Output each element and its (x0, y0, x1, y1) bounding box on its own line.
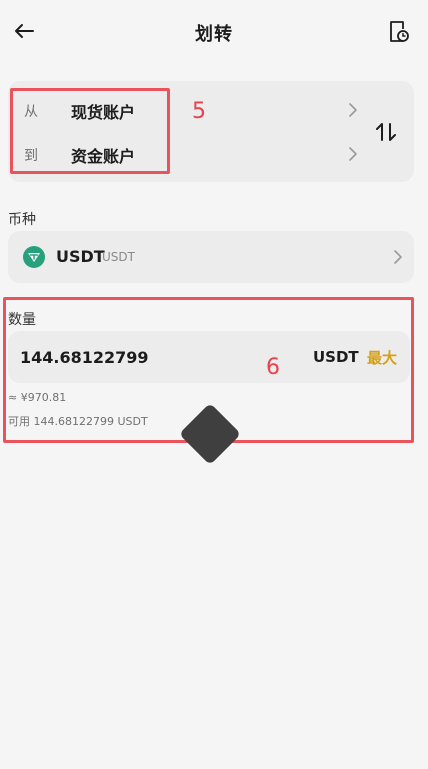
currency-subtitle: USDT (102, 250, 135, 264)
to-label: 到 (24, 148, 38, 164)
header-bar: 划转 (0, 0, 428, 64)
chevron-right-icon (391, 249, 405, 265)
from-account-selector[interactable]: 从 现货账户 (8, 88, 370, 132)
approx-value: ≈ ¥970.81 (8, 391, 67, 404)
swap-accounts-icon[interactable] (373, 119, 399, 145)
transfer-history-icon[interactable] (388, 20, 410, 44)
amount-unit: USDT (313, 348, 359, 366)
currency-code: USDT (56, 247, 105, 266)
annotation-number-5: 5 (192, 99, 206, 124)
from-label: 从 (24, 104, 38, 120)
touch-cursor-marker (178, 402, 242, 466)
available-balance: 可用 144.68122799 USDT (8, 415, 148, 428)
page-title: 划转 (195, 24, 233, 45)
to-account-name: 资金账户 (71, 147, 136, 166)
account-transfer-card: 从 现货账户 到 资金账户 (8, 81, 414, 182)
max-amount-button[interactable]: 最大 (367, 347, 397, 368)
chevron-right-icon (346, 146, 360, 162)
amount-section-label: 数量 (8, 312, 36, 328)
annotation-number-6: 6 (266, 355, 280, 380)
currency-selector[interactable]: USDT USDT (8, 231, 414, 283)
chevron-right-icon (346, 102, 360, 118)
usdt-logo-icon (23, 246, 45, 268)
currency-section-label: 币种 (8, 212, 36, 228)
from-account-name: 现货账户 (71, 103, 136, 122)
amount-field-card: USDT 最大 (8, 331, 410, 383)
to-account-selector[interactable]: 到 资金账户 (8, 132, 370, 176)
amount-input[interactable] (20, 343, 270, 371)
